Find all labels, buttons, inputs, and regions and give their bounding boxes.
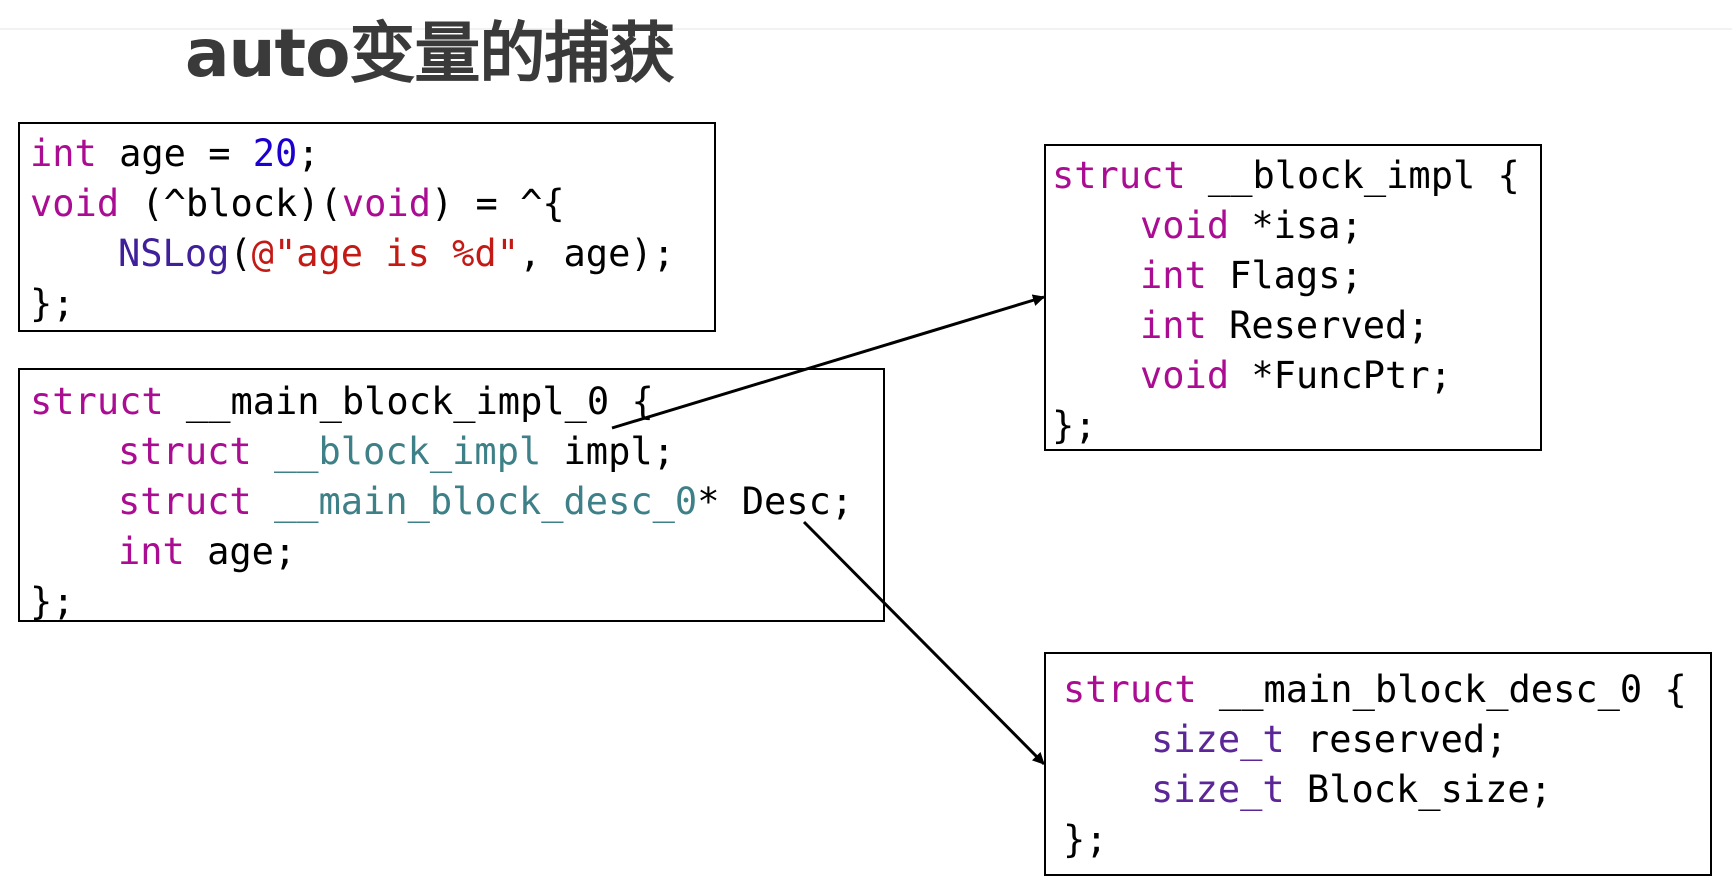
main-block-desc-box: struct __main_block_desc_0 { size_t rese… [1044,652,1712,876]
keyword: void [1140,354,1230,397]
code-line: int Reserved; [1052,301,1540,351]
code-line: size_t Block_size; [1063,765,1710,815]
keyword: int [1140,254,1207,297]
code-text: age; [184,530,297,573]
code-line: }; [30,580,75,623]
keyword: struct [30,380,164,423]
code-text: reserved; [1284,718,1508,761]
keyword: int [30,132,97,175]
code-line: int age = 20; [30,129,714,179]
string-literal: @"age is %d" [251,232,519,275]
code-line: struct __main_block_desc_0 { [1063,665,1710,715]
code-line: void *FuncPtr; [1052,351,1540,401]
code-text: *isa; [1229,204,1363,247]
code-line: struct __main_block_desc_0* Desc; [30,477,883,527]
code-line: void (^block)(void) = ^{ [30,179,714,229]
keyword: void [341,182,431,225]
keyword: void [30,182,120,225]
function-name: NSLog [118,232,230,275]
code-text: __block_impl { [1185,154,1520,197]
code-line: NSLog(@"age is %d", age); [30,229,714,279]
main-block-impl-box: struct __main_block_impl_0 { struct __bl… [18,368,885,623]
number-literal: 20 [252,132,298,175]
keyword: struct [118,430,252,473]
code-text: *FuncPtr; [1229,354,1452,397]
code-text: Block_size; [1284,768,1552,811]
code-line: size_t reserved; [1063,715,1710,765]
page-title: auto变量的捕获 [185,15,675,92]
type-name: size_t [1151,718,1285,761]
code-line: int Flags; [1052,251,1540,301]
code-text: __main_block_impl_0 { [163,380,654,423]
code-line: }; [1063,818,1108,861]
code-line: void *isa; [1052,201,1540,251]
keyword: struct [1063,668,1197,711]
code-text: ( [229,232,252,275]
code-text: , age); [518,232,675,275]
type-name: size_t [1151,768,1285,811]
code-line: struct __block_impl { [1052,151,1540,201]
keyword: struct [118,480,252,523]
type-name: __main_block_desc_0 [273,480,698,523]
keyword: int [1140,304,1207,347]
code-line: struct __main_block_impl_0 { [30,377,883,427]
code-text: Reserved; [1206,304,1430,347]
block-impl-box: struct __block_impl { void *isa; int Fla… [1044,144,1542,451]
code-text: __main_block_desc_0 { [1196,668,1687,711]
code-text: impl; [541,430,675,473]
code-line: struct __block_impl impl; [30,427,883,477]
code-text: ; [297,132,320,175]
keyword: struct [1052,154,1186,197]
code-line: }; [1052,404,1097,447]
code-text: * Desc; [697,480,854,523]
code-text: (^block)( [119,182,342,225]
code-text: ) = ^{ [430,182,565,225]
source-code-box: int age = 20; void (^block)(void) = ^{ N… [18,122,716,332]
code-line: }; [30,282,75,325]
code-line: int age; [30,527,883,577]
keyword: void [1140,204,1230,247]
keyword: int [118,530,185,573]
code-text: Flags; [1206,254,1363,297]
type-name: __block_impl [273,430,542,473]
code-text: age = [96,132,253,175]
